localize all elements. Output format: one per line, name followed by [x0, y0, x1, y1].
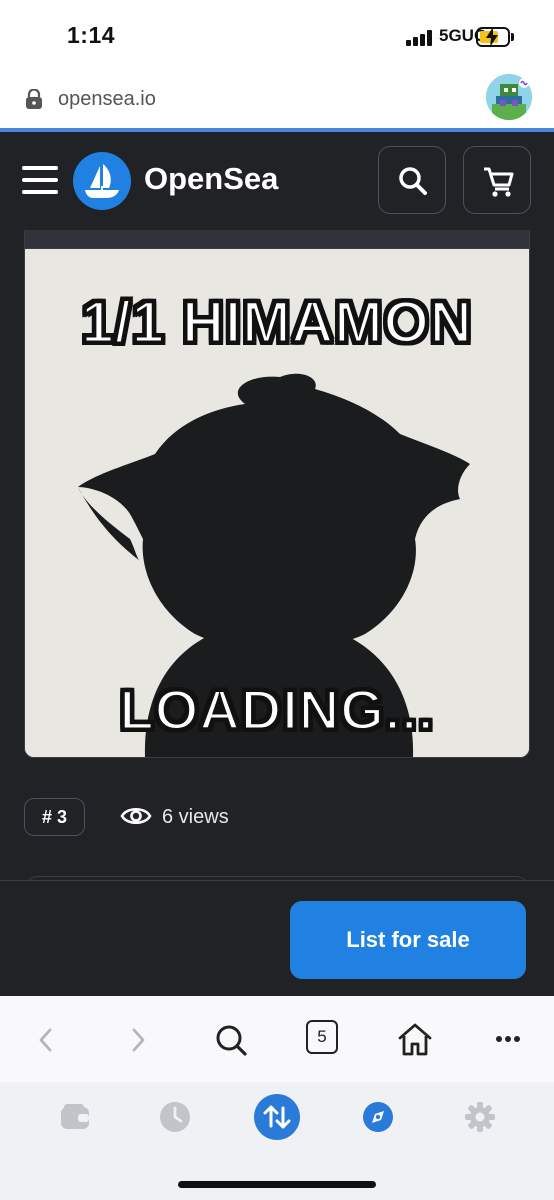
battery-nub: [511, 33, 514, 41]
url-bar[interactable]: opensea.io: [0, 70, 554, 130]
token-id-badge: # 3: [24, 798, 85, 836]
history-icon[interactable]: [158, 1100, 192, 1134]
wallet-icon[interactable]: [58, 1100, 92, 1134]
opensea-header: OpenSea: [0, 132, 554, 230]
forward-icon[interactable]: [126, 1020, 150, 1060]
nft-image[interactable]: 1/1 HIMAMON LOADING...: [24, 248, 530, 758]
charging-bolt-icon: [486, 27, 498, 47]
list-for-sale-button[interactable]: List for sale: [290, 901, 526, 979]
tabs-icon[interactable]: 5: [306, 1020, 338, 1054]
menu-icon[interactable]: [22, 166, 58, 194]
back-icon[interactable]: [34, 1020, 58, 1060]
asset-content: 1/1 HIMAMON LOADING... # 3 6 views List …: [0, 230, 554, 996]
eye-icon: [120, 807, 152, 825]
search-button[interactable]: [378, 146, 446, 214]
home-icon[interactable]: [395, 1020, 435, 1060]
status-time: 1:14: [67, 22, 116, 48]
search-icon: [399, 167, 427, 195]
nft-title-text: 1/1 HIMAMON: [80, 289, 473, 357]
view-count: 6 views: [162, 806, 229, 828]
settings-icon[interactable]: [463, 1100, 497, 1134]
signal-icon: [406, 30, 436, 46]
swap-icon[interactable]: [253, 1093, 301, 1141]
lock-icon: [26, 89, 42, 109]
nft-loading-text: LOADING...: [118, 677, 435, 743]
action-footer: List for sale: [0, 880, 554, 996]
opensea-logo-icon[interactable]: [73, 152, 131, 210]
browser-toolbar: 5: [0, 996, 554, 1082]
explore-icon[interactable]: [361, 1100, 395, 1134]
asset-card-header: [24, 230, 530, 248]
brand-name[interactable]: OpenSea: [144, 161, 278, 197]
cart-button[interactable]: [463, 146, 531, 214]
url-text[interactable]: opensea.io: [58, 88, 156, 111]
home-indicator[interactable]: [178, 1181, 376, 1188]
cart-icon: [484, 167, 514, 197]
avatar[interactable]: [486, 74, 532, 120]
search-icon[interactable]: [212, 1020, 252, 1060]
more-icon[interactable]: [494, 1020, 524, 1060]
status-bar: 1:14 5GUC: [0, 0, 554, 70]
